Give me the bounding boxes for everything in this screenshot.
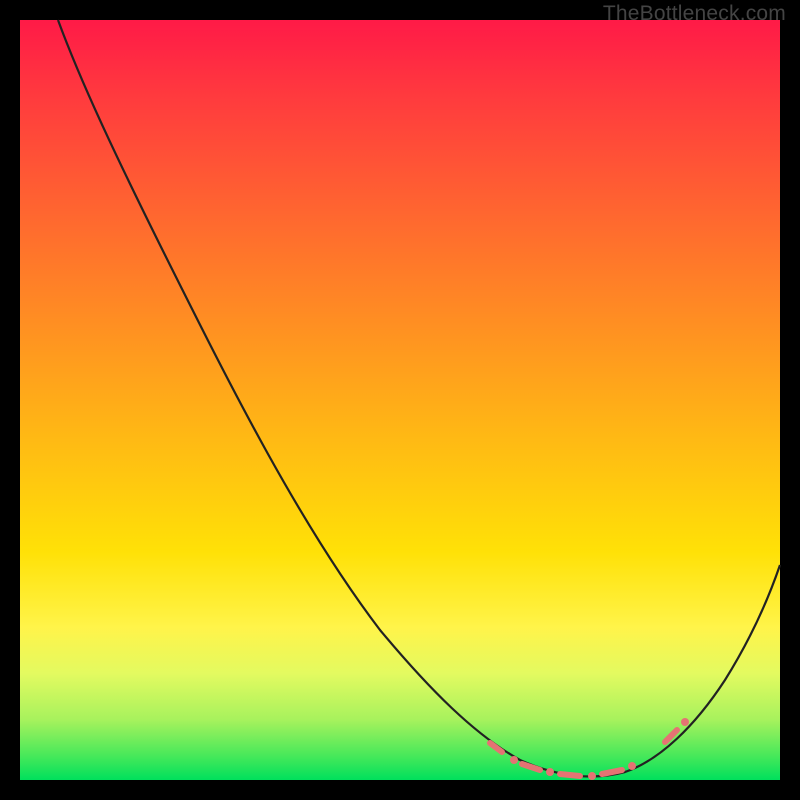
marker-dot xyxy=(628,762,636,770)
marker-group xyxy=(490,718,689,780)
marker-dot xyxy=(588,772,596,780)
marker-dash xyxy=(602,770,622,774)
chart-frame: TheBottleneck.com xyxy=(0,0,800,800)
plot-area xyxy=(20,20,780,780)
marker-dot xyxy=(681,718,689,726)
bottleneck-curve xyxy=(58,20,780,776)
curve-layer xyxy=(20,20,780,780)
watermark-label: TheBottleneck.com xyxy=(603,2,786,26)
marker-dot xyxy=(546,768,554,776)
marker-dash xyxy=(522,764,540,770)
marker-dash xyxy=(490,743,502,752)
marker-dash xyxy=(560,774,580,776)
marker-dot xyxy=(510,756,518,764)
